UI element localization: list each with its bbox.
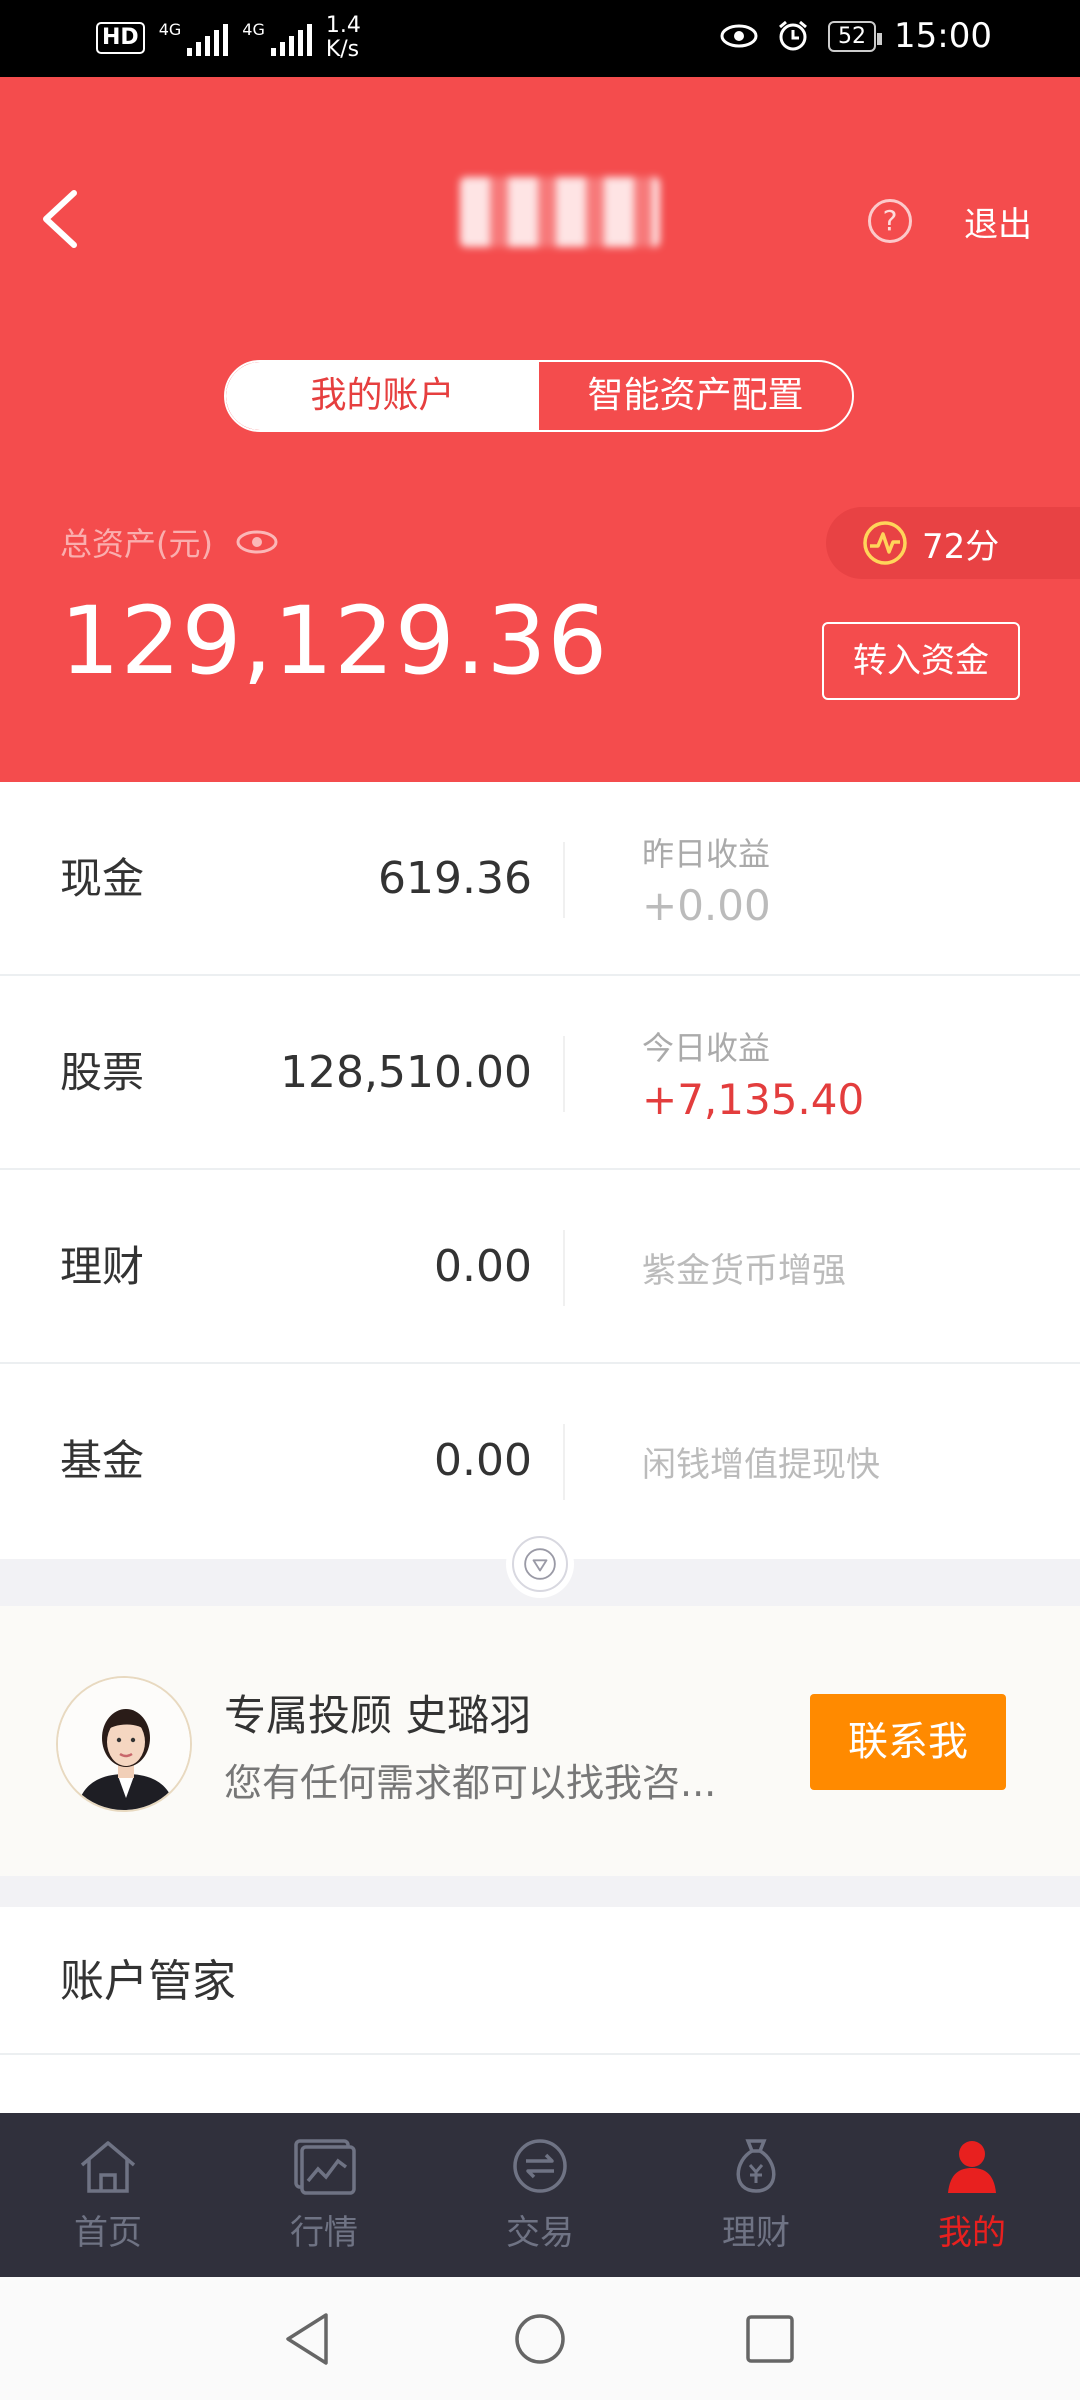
contact-me-button[interactable]: 联系我 — [810, 1694, 1006, 1790]
transfer-in-button[interactable]: 转入资金 — [822, 622, 1020, 700]
product-hint: 闲钱增值提现快 — [642, 1444, 880, 1485]
tab-wealth[interactable]: 理财 — [648, 2113, 864, 2277]
asset-row-wealth[interactable]: 理财 0.00 紫金货币增强 — [0, 1170, 1080, 1364]
asset-value: 0.00 — [434, 1435, 532, 1486]
logout-button[interactable]: 退出 — [964, 197, 1032, 246]
signal-icon: 4G — [159, 20, 229, 56]
eye-icon[interactable] — [235, 529, 279, 555]
pulse-icon — [863, 521, 907, 565]
tab-smart-allocation[interactable]: 智能资产配置 — [539, 362, 852, 430]
advisor-avatar — [56, 1676, 192, 1812]
chart-icon — [294, 2139, 356, 2195]
asset-list: 现金 619.36 昨日收益 +0.00 股票 128,510.00 今日收益 … — [0, 782, 1080, 1559]
asset-row-cash[interactable]: 现金 619.36 昨日收益 +0.00 — [0, 782, 1080, 976]
asset-row-stock[interactable]: 股票 128,510.00 今日收益 +7,135.40 — [0, 976, 1080, 1170]
health-score-badge[interactable]: 72分 — [826, 507, 1080, 579]
advisor-title: 专属投顾 史璐羽 — [224, 1691, 532, 1740]
question-icon[interactable]: ? — [868, 199, 912, 243]
signal-icon: 4G — [242, 20, 312, 56]
asset-name: 基金 — [60, 1436, 145, 1485]
battery-icon: 52 — [828, 20, 883, 52]
back-arrow-icon[interactable] — [38, 187, 82, 251]
asset-value: 619.36 — [378, 853, 532, 904]
user-icon — [948, 2141, 996, 2193]
home-circle-icon[interactable] — [512, 2311, 568, 2367]
system-navigation-bar — [0, 2277, 1080, 2400]
divider — [563, 1230, 565, 1306]
money-bag-icon — [736, 2139, 776, 2193]
exchange-icon — [513, 2139, 567, 2193]
alarm-icon — [779, 20, 807, 51]
tab-home[interactable]: 首页 — [0, 2113, 216, 2277]
income-value: +7,135.40 — [642, 1074, 865, 1124]
income-value: +0.00 — [642, 880, 771, 930]
income-label: 昨日收益 — [642, 834, 771, 873]
tab-market[interactable]: 行情 — [216, 2113, 432, 2277]
tab-my-account[interactable]: 我的账户 — [226, 362, 539, 430]
home-icon — [80, 2141, 136, 2193]
asset-row-fund[interactable]: 基金 0.00 闲钱增值提现快 — [0, 1364, 1080, 1559]
divider — [0, 2053, 1080, 2055]
total-assets-label: 总资产(元) — [60, 519, 279, 565]
blurred-account-name — [460, 177, 660, 247]
total-assets-value: 129,129.36 — [60, 587, 609, 696]
bottom-tab-bar: 首页 行情 交易 理财 我的 — [0, 2113, 1080, 2277]
divider — [563, 1424, 565, 1500]
tab-trade[interactable]: 交易 — [432, 2113, 648, 2277]
account-tab-switch: 我的账户 智能资产配置 — [224, 360, 854, 432]
back-icon[interactable] — [282, 2311, 334, 2367]
product-hint: 紫金货币增强 — [642, 1250, 846, 1291]
account-header: ? 退出 我的账户 智能资产配置 总资产(元) 129,129.36 72分 转… — [0, 77, 1080, 782]
recents-icon[interactable] — [744, 2311, 796, 2367]
eye-icon — [720, 24, 758, 48]
hd-indicator: HD — [96, 22, 145, 54]
divider — [563, 1036, 565, 1112]
tab-mine[interactable]: 我的 — [864, 2113, 1080, 2277]
network-speed: 1.4 K/s — [325, 13, 361, 62]
clock: 15:00 — [894, 16, 992, 56]
expand-chevron-icon[interactable] — [512, 1536, 568, 1592]
advisor-card: 专属投顾 史璐羽 您有任何需求都可以找我咨... 联系我 — [0, 1606, 1080, 1876]
income-label: 今日收益 — [642, 1028, 771, 1067]
asset-name: 理财 — [60, 1242, 145, 1291]
asset-value: 128,510.00 — [280, 1047, 532, 1098]
asset-value: 0.00 — [434, 1241, 532, 1292]
account-manager-section: 账户管家 — [0, 1907, 1080, 2113]
divider — [563, 842, 565, 918]
asset-name: 股票 — [60, 1048, 145, 1097]
advisor-subtitle: 您有任何需求都可以找我咨... — [224, 1761, 717, 1805]
section-title: 账户管家 — [60, 1956, 236, 2007]
status-bar: HD 4G 4G 1.4 K/s 52 15:00 — [0, 0, 1080, 77]
asset-name: 现金 — [60, 854, 145, 903]
